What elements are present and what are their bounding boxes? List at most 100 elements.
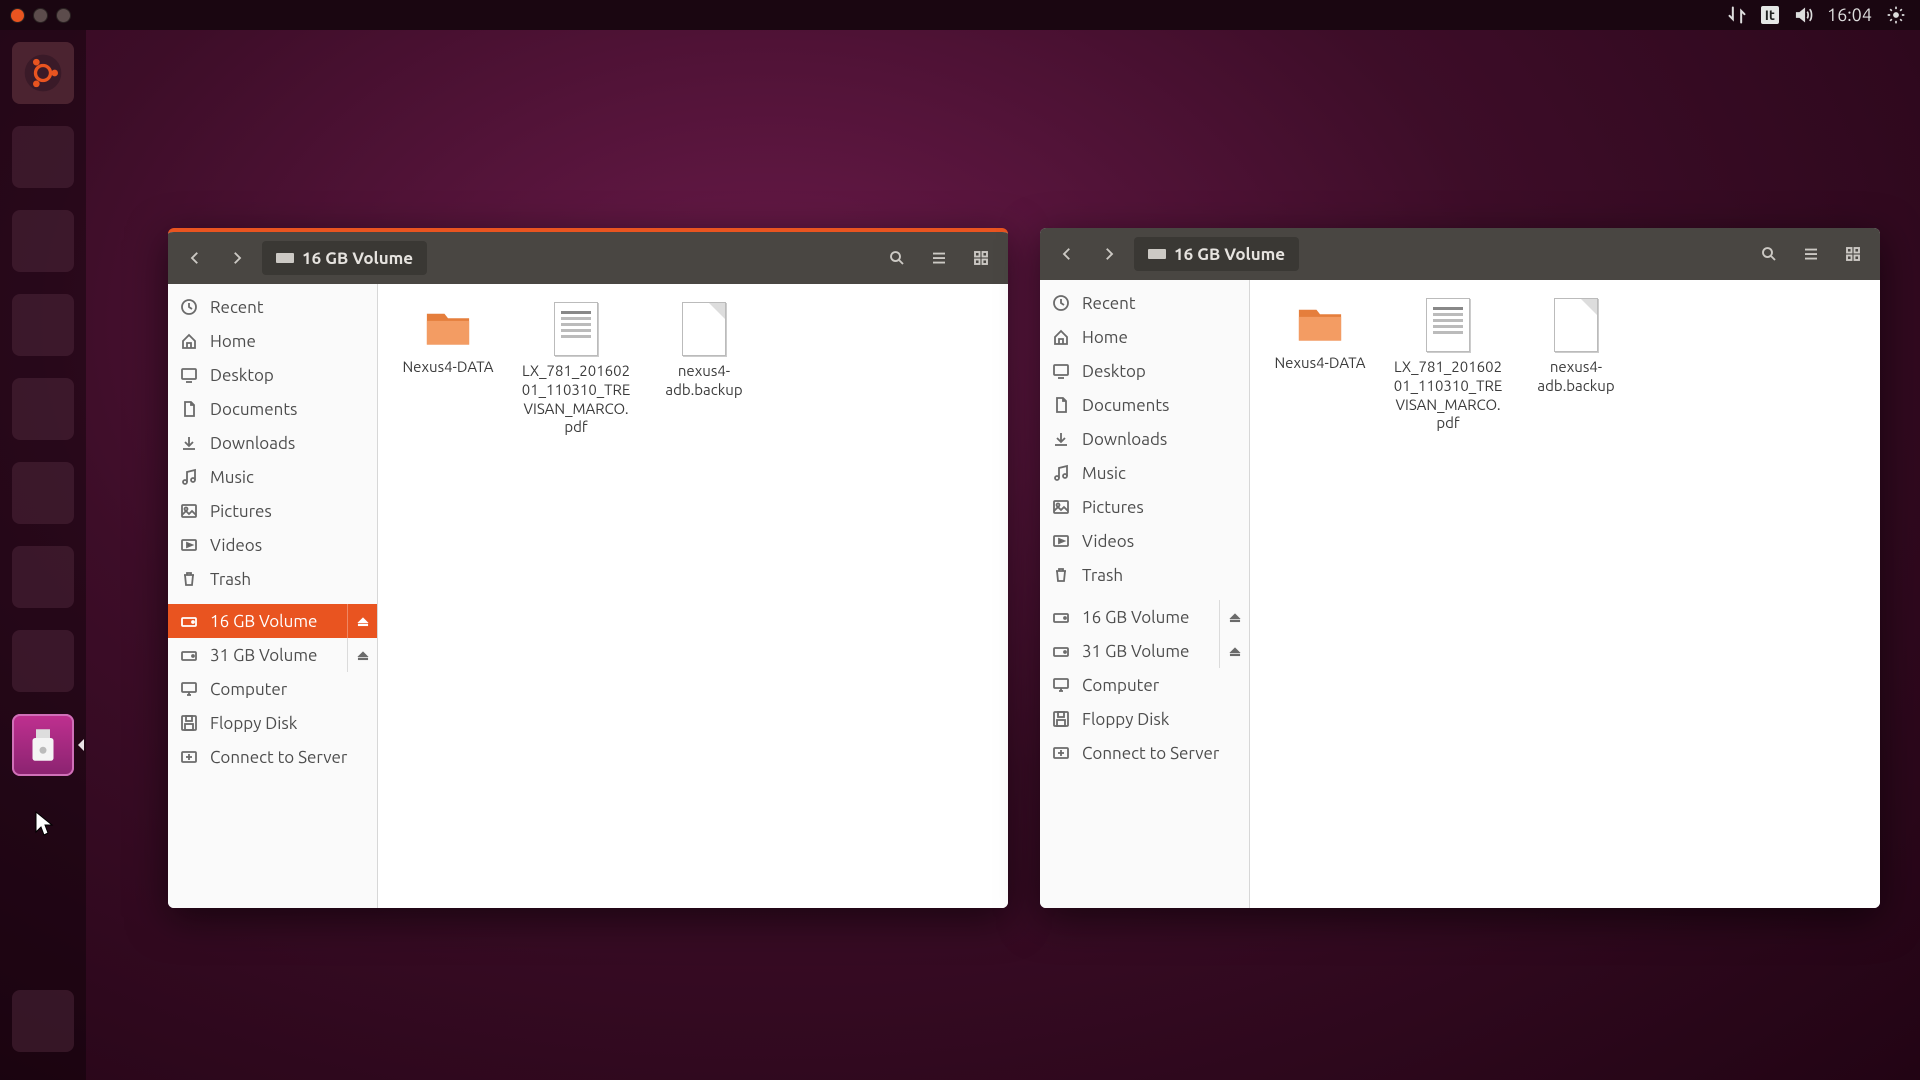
trash-icon (1052, 566, 1070, 584)
nav-forward-button[interactable] (220, 241, 254, 275)
sidebar-item-connect[interactable]: Connect to Server (1040, 736, 1249, 770)
nav-back-button[interactable] (1050, 237, 1084, 271)
eject-button[interactable] (347, 638, 377, 672)
sidebar-item-pictures[interactable]: Pictures (168, 494, 377, 528)
search-button[interactable] (1752, 237, 1786, 271)
sidebar-item-label: Recent (1082, 294, 1136, 313)
desktop-icon (180, 366, 198, 384)
sidebar-item-vol31[interactable]: 31 GB Volume (168, 638, 377, 672)
sidebar-item-vol31[interactable]: 31 GB Volume (1040, 634, 1249, 668)
sidebar-item-floppy[interactable]: Floppy Disk (1040, 702, 1249, 736)
sidebar-item-label: Music (1082, 464, 1126, 483)
minimize-button[interactable] (33, 8, 48, 23)
system-settings-icon[interactable] (1886, 5, 1906, 25)
file-item[interactable]: LX_781_20160201_110310_TREVISAN_MARCO.pd… (516, 298, 636, 441)
sidebar-item-vol16[interactable]: 16 GB Volume (1040, 600, 1249, 634)
sidebar-item-recent[interactable]: Recent (168, 290, 377, 324)
file-item[interactable]: Nexus4-DATA (388, 298, 508, 441)
trash-icon (180, 570, 198, 588)
sidebar-item-label: Floppy Disk (1082, 710, 1169, 729)
sidebar-item-label: Pictures (210, 502, 272, 521)
file-item[interactable]: nexus4-adb.backup (1516, 294, 1636, 437)
sidebar-item-desktop[interactable]: Desktop (168, 358, 377, 392)
sidebar-item-downloads[interactable]: Downloads (168, 426, 377, 460)
view-grid-button[interactable] (1836, 237, 1870, 271)
sidebar-item-label: Computer (1082, 676, 1159, 695)
sidebar-item-floppy[interactable]: Floppy Disk (168, 706, 377, 740)
clock[interactable]: 16:04 (1827, 5, 1872, 25)
path-label: 16 GB Volume (302, 249, 413, 268)
maximize-button[interactable] (56, 8, 71, 23)
file-item[interactable]: nexus4-adb.backup (644, 298, 764, 441)
path-bar[interactable]: 16 GB Volume (1134, 237, 1299, 271)
doc-icon (180, 400, 198, 418)
sidebar-item-desktop[interactable]: Desktop (1040, 354, 1249, 388)
eject-button[interactable] (1219, 634, 1249, 668)
sidebar-item-vol16[interactable]: 16 GB Volume (168, 604, 377, 638)
launcher-app-4[interactable] (12, 378, 74, 440)
launcher-app-5[interactable] (12, 462, 74, 524)
folder-icon (418, 302, 478, 352)
download-icon (180, 434, 198, 452)
sidebar-item-documents[interactable]: Documents (168, 392, 377, 426)
view-list-button[interactable] (1794, 237, 1828, 271)
launcher-app-2[interactable] (12, 210, 74, 272)
sidebar-item-label: 16 GB Volume (1082, 608, 1189, 627)
eject-button[interactable] (347, 604, 377, 638)
sidebar-item-label: Computer (210, 680, 287, 699)
file-label: LX_781_20160201_110310_TREVISAN_MARCO.pd… (520, 362, 632, 437)
clock-icon (1052, 294, 1070, 312)
network-icon[interactable] (1727, 5, 1747, 25)
sidebar-item-pictures[interactable]: Pictures (1040, 490, 1249, 524)
view-grid-button[interactable] (964, 241, 998, 275)
file-item[interactable]: Nexus4-DATA (1260, 294, 1380, 437)
launcher-files[interactable] (12, 126, 74, 188)
file-label: Nexus4-DATA (402, 358, 493, 377)
file-item[interactable]: LX_781_20160201_110310_TREVISAN_MARCO.pd… (1388, 294, 1508, 437)
sidebar-item-connect[interactable]: Connect to Server (168, 740, 377, 774)
toolbar: 16 GB Volume (1040, 228, 1880, 280)
search-button[interactable] (880, 241, 914, 275)
sidebar-item-music[interactable]: Music (1040, 456, 1249, 490)
sidebar: Recent Home Desktop DocumentsDownloads Music… (1040, 280, 1250, 908)
launcher-trash[interactable] (12, 990, 74, 1052)
sidebar-item-computer[interactable]: Computer (1040, 668, 1249, 702)
view-list-button[interactable] (922, 241, 956, 275)
sidebar-item-home[interactable]: Home (1040, 320, 1249, 354)
sidebar-item-label: Home (210, 332, 256, 351)
file-view[interactable]: Nexus4-DATA LX_781_20160201_110310_TREVIS… (378, 284, 1008, 908)
sidebar-item-downloads[interactable]: Downloads (1040, 422, 1249, 456)
eject-button[interactable] (1219, 600, 1249, 634)
launcher-settings[interactable] (12, 630, 74, 692)
sidebar-item-music[interactable]: Music (168, 460, 377, 494)
sidebar-item-home[interactable]: Home (168, 324, 377, 358)
launcher-firefox[interactable] (12, 294, 74, 356)
sidebar-item-trash[interactable]: Trash (1040, 558, 1249, 592)
launcher-usb-device[interactable] (12, 714, 74, 776)
nav-back-button[interactable] (178, 241, 212, 275)
sidebar-item-label: Desktop (1082, 362, 1146, 381)
sidebar-item-videos[interactable]: Videos (168, 528, 377, 562)
nav-forward-button[interactable] (1092, 237, 1126, 271)
sidebar-item-label: 16 GB Volume (210, 612, 317, 631)
sidebar-item-computer[interactable]: Computer (168, 672, 377, 706)
close-button[interactable] (10, 8, 25, 23)
sidebar-item-videos[interactable]: Videos (1040, 524, 1249, 558)
launcher-dash[interactable] (12, 42, 74, 104)
sidebar-item-recent[interactable]: Recent (1040, 286, 1249, 320)
folder-icon (1290, 298, 1350, 348)
path-label: 16 GB Volume (1174, 245, 1285, 264)
file-label: Nexus4-DATA (1274, 354, 1365, 373)
path-bar[interactable]: 16 GB Volume (262, 241, 427, 275)
launcher-app-6[interactable] (12, 546, 74, 608)
sidebar-item-label: Desktop (210, 366, 274, 385)
drive-icon (180, 612, 198, 630)
file-view[interactable]: Nexus4-DATA LX_781_20160201_110310_TREVIS… (1250, 280, 1880, 908)
drive-icon (1052, 642, 1070, 660)
top-panel: It 16:04 (0, 0, 1920, 30)
keyboard-layout-indicator[interactable]: It (1761, 6, 1779, 24)
sidebar-item-trash[interactable]: Trash (168, 562, 377, 596)
sidebar-item-documents[interactable]: Documents (1040, 388, 1249, 422)
volume-icon[interactable] (1793, 5, 1813, 25)
file-label: LX_781_20160201_110310_TREVISAN_MARCO.pd… (1392, 358, 1504, 433)
